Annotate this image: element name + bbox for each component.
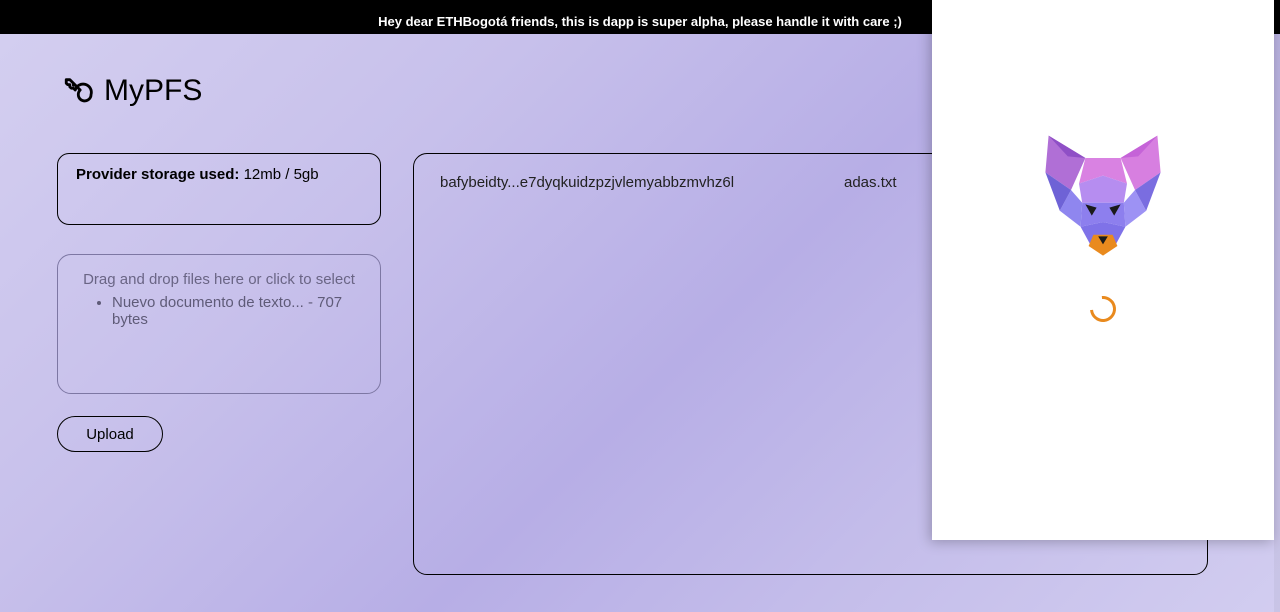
file-dropzone[interactable]: Drag and drop files here or click to sel… xyxy=(57,254,381,394)
storage-label: Provider storage used: xyxy=(76,166,239,183)
banner-text: Hey dear ETHBogotá friends, this is dapp… xyxy=(378,14,902,29)
app-name: MyPFS xyxy=(104,74,202,108)
upload-button-label: Upload xyxy=(86,426,134,443)
metamask-fox-icon xyxy=(1021,110,1185,270)
dropzone-hint: Drag and drop files here or click to sel… xyxy=(76,271,362,288)
app-logo: MyPFS xyxy=(62,74,202,108)
file-cid: bafybeidty...e7dyqkuidzpzjvlemyabbzmvhz6… xyxy=(440,174,844,191)
list-item: Nuevo documento de texto... - 707 bytes xyxy=(112,294,362,328)
storage-usage-card: Provider storage used: 12mb / 5gb xyxy=(57,153,381,225)
key-icon xyxy=(62,74,96,108)
dropzone-file-list: Nuevo documento de texto... - 707 bytes xyxy=(76,294,362,328)
wallet-popup xyxy=(932,0,1274,540)
file-name: adas.txt xyxy=(844,174,897,191)
upload-button[interactable]: Upload xyxy=(57,416,163,452)
loading-spinner-icon xyxy=(1085,291,1122,328)
storage-value: 12mb / 5gb xyxy=(244,166,319,183)
scrollbar-track[interactable] xyxy=(1274,0,1280,612)
